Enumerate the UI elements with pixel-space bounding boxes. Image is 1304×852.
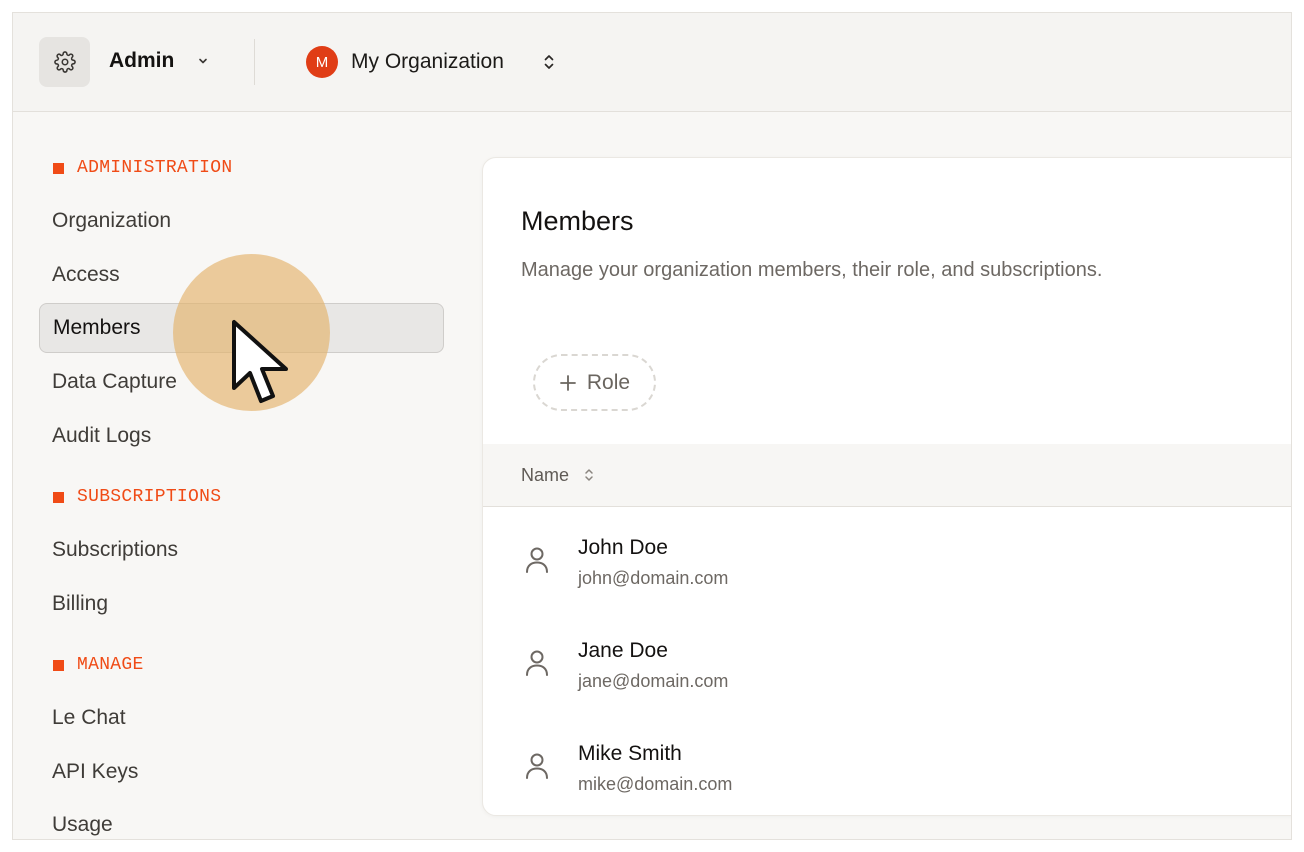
sidebar-item-le-chat[interactable]: Le Chat	[39, 693, 444, 743]
section-title: MANAGE	[77, 655, 144, 675]
table-row[interactable]: John Doe john@domain.com	[483, 508, 1291, 611]
column-header-name[interactable]: Name	[521, 465, 569, 486]
member-email: mike@domain.com	[578, 774, 733, 794]
plus-icon	[559, 374, 576, 391]
section-header-manage: MANAGE	[53, 655, 144, 675]
org-avatar[interactable]: M	[306, 46, 338, 78]
sidebar-item-label: Usage	[52, 813, 113, 836]
sidebar-item-label: Billing	[52, 592, 109, 615]
sort-icon[interactable]	[583, 466, 595, 484]
admin-menu-label[interactable]: Admin	[109, 49, 174, 73]
gear-icon	[53, 51, 76, 73]
topbar-divider	[254, 39, 255, 85]
sidebar-item-label: Members	[53, 316, 141, 339]
person-icon	[526, 753, 548, 779]
sidebar-item-label: Organization	[52, 209, 172, 232]
table-row[interactable]: Jane Doe jane@domain.com	[483, 611, 1291, 714]
sidebar-item-audit-logs[interactable]: Audit Logs	[39, 411, 444, 461]
member-name: John Doe	[578, 536, 668, 559]
cursor-arrow-icon	[232, 320, 288, 403]
person-icon	[526, 547, 548, 573]
section-marker	[53, 491, 64, 503]
sidebar-item-subscriptions[interactable]: Subscriptions	[39, 525, 444, 575]
member-name: Mike Smith	[578, 742, 682, 765]
members-panel: Members Manage your organization members…	[482, 157, 1291, 816]
sidebar-item-label: Data Capture	[52, 370, 177, 393]
table-row[interactable]: Mike Smith mike@domain.com	[483, 714, 1291, 815]
sidebar-item-api-keys[interactable]: API Keys	[39, 747, 444, 797]
section-title: ADMINISTRATION	[77, 158, 233, 178]
sidebar-item-label: Audit Logs	[52, 424, 152, 447]
top-bar: Admin M My Organization	[13, 13, 1291, 112]
member-email: john@domain.com	[578, 568, 729, 588]
add-role-label: Role	[586, 370, 631, 394]
table-header: Name	[483, 444, 1291, 507]
member-email: jane@domain.com	[578, 671, 729, 691]
sidebar-item-label: Le Chat	[52, 706, 126, 729]
sidebar-item-organization[interactable]: Organization	[39, 196, 444, 246]
app-window: Admin M My Organization ADMINISTRATION O…	[12, 12, 1292, 840]
section-header-administration: ADMINISTRATION	[53, 158, 232, 178]
member-name: Jane Doe	[578, 639, 668, 662]
section-header-subscriptions: SUBSCRIPTIONS	[53, 487, 221, 507]
sidebar-item-label: Subscriptions	[52, 538, 179, 561]
sidebar-item-billing[interactable]: Billing	[39, 579, 444, 629]
page-title: Members	[521, 206, 634, 236]
add-role-button[interactable]: Role	[533, 354, 656, 411]
section-marker	[53, 162, 64, 174]
org-switcher-label[interactable]: My Organization	[351, 50, 504, 74]
section-title: SUBSCRIPTIONS	[77, 487, 222, 507]
sidebar-item-usage[interactable]: Usage	[39, 800, 444, 839]
chevron-up-down-icon[interactable]	[542, 52, 556, 72]
sidebar-item-label: Access	[52, 263, 120, 286]
person-icon	[526, 650, 548, 676]
section-marker	[53, 659, 64, 671]
page-description: Manage your organization members, their …	[521, 259, 1103, 281]
chevron-down-icon[interactable]	[197, 55, 209, 67]
admin-settings-button[interactable]	[39, 37, 90, 87]
sidebar-item-label: API Keys	[52, 760, 139, 783]
